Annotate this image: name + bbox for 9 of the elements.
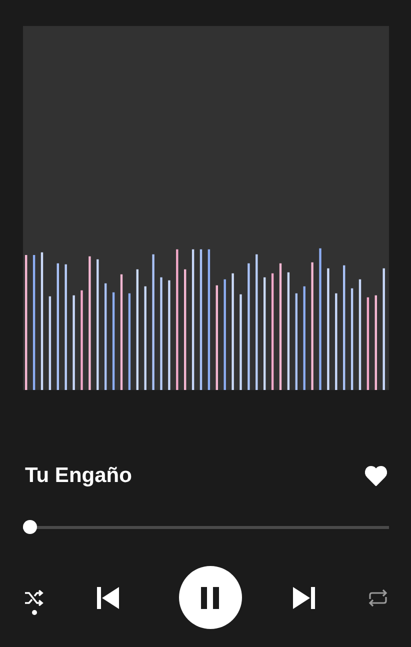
active-dot xyxy=(32,610,36,615)
progress-thumb[interactable] xyxy=(23,520,38,534)
repeat-icon[interactable] xyxy=(367,588,389,606)
track-title: Tu Engaño xyxy=(25,464,132,488)
heart-icon[interactable] xyxy=(365,466,387,486)
previous-icon[interactable] xyxy=(96,586,120,610)
pause-icon xyxy=(198,586,222,610)
shuffle-icon[interactable] xyxy=(24,590,44,606)
next-icon[interactable] xyxy=(292,586,316,610)
